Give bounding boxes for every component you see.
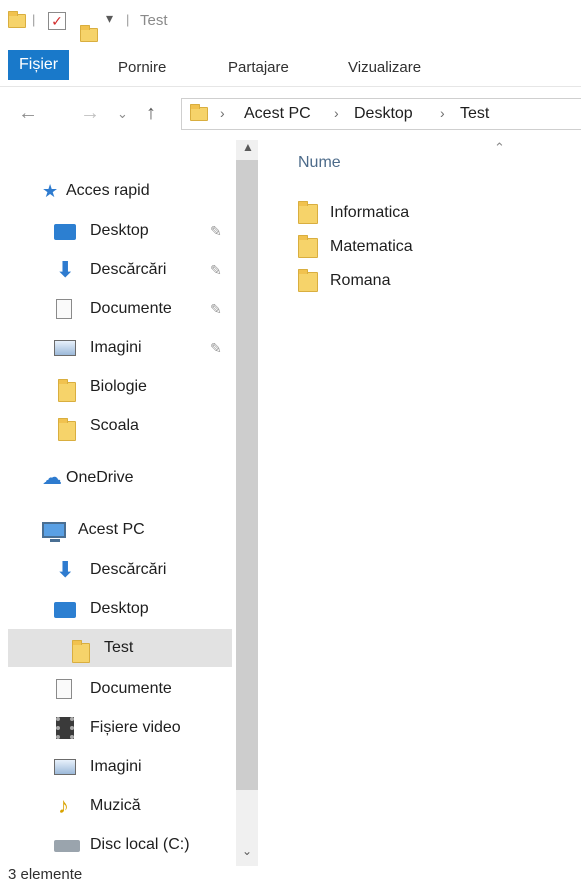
navigation-pane: ★ Acces rapid Desktop ✎ ⬇ Descărcări ✎ D… — [0, 140, 262, 866]
nav-item-downloads[interactable]: ⬇ Descărcări ✎ — [0, 251, 236, 289]
nav-item-pictures[interactable]: Imagini ✎ — [0, 329, 236, 367]
film-icon — [56, 717, 74, 739]
scrollbar-thumb[interactable] — [236, 160, 258, 790]
sort-ascending-icon: ⌃ — [494, 140, 505, 155]
address-bar[interactable]: › Acest PC › Desktop › Test — [181, 98, 581, 130]
desktop-icon — [54, 602, 76, 618]
nav-label: OneDrive — [66, 469, 134, 486]
nav-pc-test[interactable]: Test — [8, 629, 232, 667]
nav-pc-documents[interactable]: Documente — [0, 670, 236, 708]
nav-pc-downloads[interactable]: ⬇ Descărcări — [0, 551, 236, 589]
column-header-name[interactable]: Nume — [298, 154, 341, 172]
nav-pc-local-disk[interactable]: Disc local (C:) — [0, 826, 236, 864]
folder-icon — [190, 104, 208, 121]
status-bar: 3 elemente — [8, 866, 83, 883]
forward-icon[interactable]: → — [80, 102, 100, 125]
nav-label: Acces rapid — [66, 182, 150, 199]
nav-label: Documente — [90, 300, 172, 317]
disk-icon — [54, 840, 80, 852]
up-icon[interactable]: ↑ — [146, 102, 156, 125]
new-folder-icon[interactable] — [80, 25, 98, 42]
music-icon: ♪ — [58, 793, 69, 818]
desktop-icon — [54, 224, 76, 240]
nav-label: Imagini — [90, 339, 142, 356]
list-item[interactable]: Matematica — [298, 232, 498, 262]
pin-icon[interactable]: ✎ — [210, 212, 222, 250]
title-bar: | ✓ ▾ | Test — [0, 0, 581, 44]
back-icon[interactable]: ← — [18, 102, 38, 125]
nav-pc-desktop[interactable]: Desktop — [0, 590, 236, 628]
nav-label: Fișiere video — [90, 719, 181, 736]
nav-onedrive[interactable]: ☁ OneDrive — [0, 459, 236, 497]
breadcrumb-this-pc[interactable]: Acest PC — [244, 105, 311, 123]
nav-item-scoala[interactable]: Scoala — [0, 407, 236, 445]
tab-file[interactable]: Fișier — [8, 50, 70, 80]
file-name: Romana — [330, 272, 391, 289]
file-name: Matematica — [330, 238, 413, 255]
nav-item-biologie[interactable]: Biologie — [0, 368, 236, 406]
nav-label: Scoala — [90, 417, 139, 434]
address-row: ← → ⌄ ↑ › Acest PC › Desktop › Test — [0, 92, 581, 138]
chevron-right-icon[interactable]: › — [220, 105, 225, 121]
pictures-icon — [54, 340, 76, 356]
tab-share[interactable]: Partajare — [228, 50, 289, 86]
nav-label: Descărcări — [90, 561, 167, 578]
list-item[interactable]: Informatica — [298, 198, 498, 228]
nav-label: Documente — [90, 680, 172, 697]
list-item[interactable]: Romana — [298, 266, 498, 296]
folder-icon — [58, 418, 76, 441]
nav-label: Muzică — [90, 797, 141, 814]
computer-icon — [42, 522, 66, 542]
customize-toolbar-icon[interactable]: ▾ — [106, 10, 113, 27]
nav-pc-videos[interactable]: Fișiere video — [0, 709, 236, 747]
folder-icon — [298, 269, 318, 292]
nav-label: Biologie — [90, 378, 147, 395]
nav-quick-access[interactable]: ★ Acces rapid — [0, 172, 236, 210]
pin-icon[interactable]: ✎ — [210, 290, 222, 328]
nav-label: Descărcări — [90, 261, 167, 278]
breadcrumb-test[interactable]: Test — [460, 105, 489, 123]
star-icon: ★ — [42, 181, 59, 201]
window-title: Test — [140, 12, 168, 29]
chevron-right-icon[interactable]: › — [334, 105, 339, 121]
nav-label: Desktop — [90, 600, 149, 617]
nav-label: Test — [104, 639, 134, 656]
properties-icon[interactable]: ✓ — [48, 12, 66, 30]
nav-item-desktop[interactable]: Desktop ✎ — [0, 212, 236, 250]
nav-label: Imagini — [90, 758, 142, 775]
pictures-icon — [54, 759, 76, 775]
download-icon: ⬇ — [56, 557, 75, 582]
nav-label: Desktop — [90, 222, 149, 239]
pin-icon[interactable]: ✎ — [210, 329, 222, 367]
scroll-up-icon[interactable]: ▲ — [242, 140, 254, 154]
cloud-icon: ☁ — [42, 467, 62, 489]
folder-icon — [298, 201, 318, 224]
breadcrumb-desktop[interactable]: Desktop — [354, 105, 413, 123]
recent-locations-icon[interactable]: ⌄ — [117, 106, 128, 122]
download-icon: ⬇ — [56, 257, 75, 282]
nav-item-documents[interactable]: Documente ✎ — [0, 290, 236, 328]
file-name: Informatica — [330, 204, 410, 221]
nav-pc-music[interactable]: ♪ Muzică — [0, 787, 236, 825]
scroll-down-icon[interactable]: ⌄ — [242, 844, 252, 858]
tab-home[interactable]: Pornire — [118, 50, 166, 86]
nav-label: Acest PC — [78, 521, 145, 538]
nav-scrollbar[interactable]: ▲ ⌄ — [236, 140, 258, 866]
tab-view[interactable]: Vizualizare — [348, 50, 421, 86]
chevron-right-icon[interactable]: › — [440, 105, 445, 121]
folder-icon — [298, 235, 318, 258]
nav-pc-pictures[interactable]: Imagini — [0, 748, 236, 786]
document-icon — [56, 679, 72, 699]
ribbon-tabs: Fișier Pornire Partajare Vizualizare — [0, 50, 581, 87]
separator: | — [32, 12, 36, 27]
file-list: ⌃ Nume Informatica Matematica Romana — [262, 140, 581, 866]
folder-icon — [72, 640, 90, 663]
pin-icon[interactable]: ✎ — [210, 251, 222, 289]
separator: | — [126, 12, 130, 27]
folder-icon — [58, 379, 76, 402]
document-icon — [56, 299, 72, 319]
folder-icon — [8, 11, 26, 28]
nav-label: Disc local (C:) — [90, 836, 190, 853]
nav-this-pc[interactable]: Acest PC — [0, 511, 236, 549]
